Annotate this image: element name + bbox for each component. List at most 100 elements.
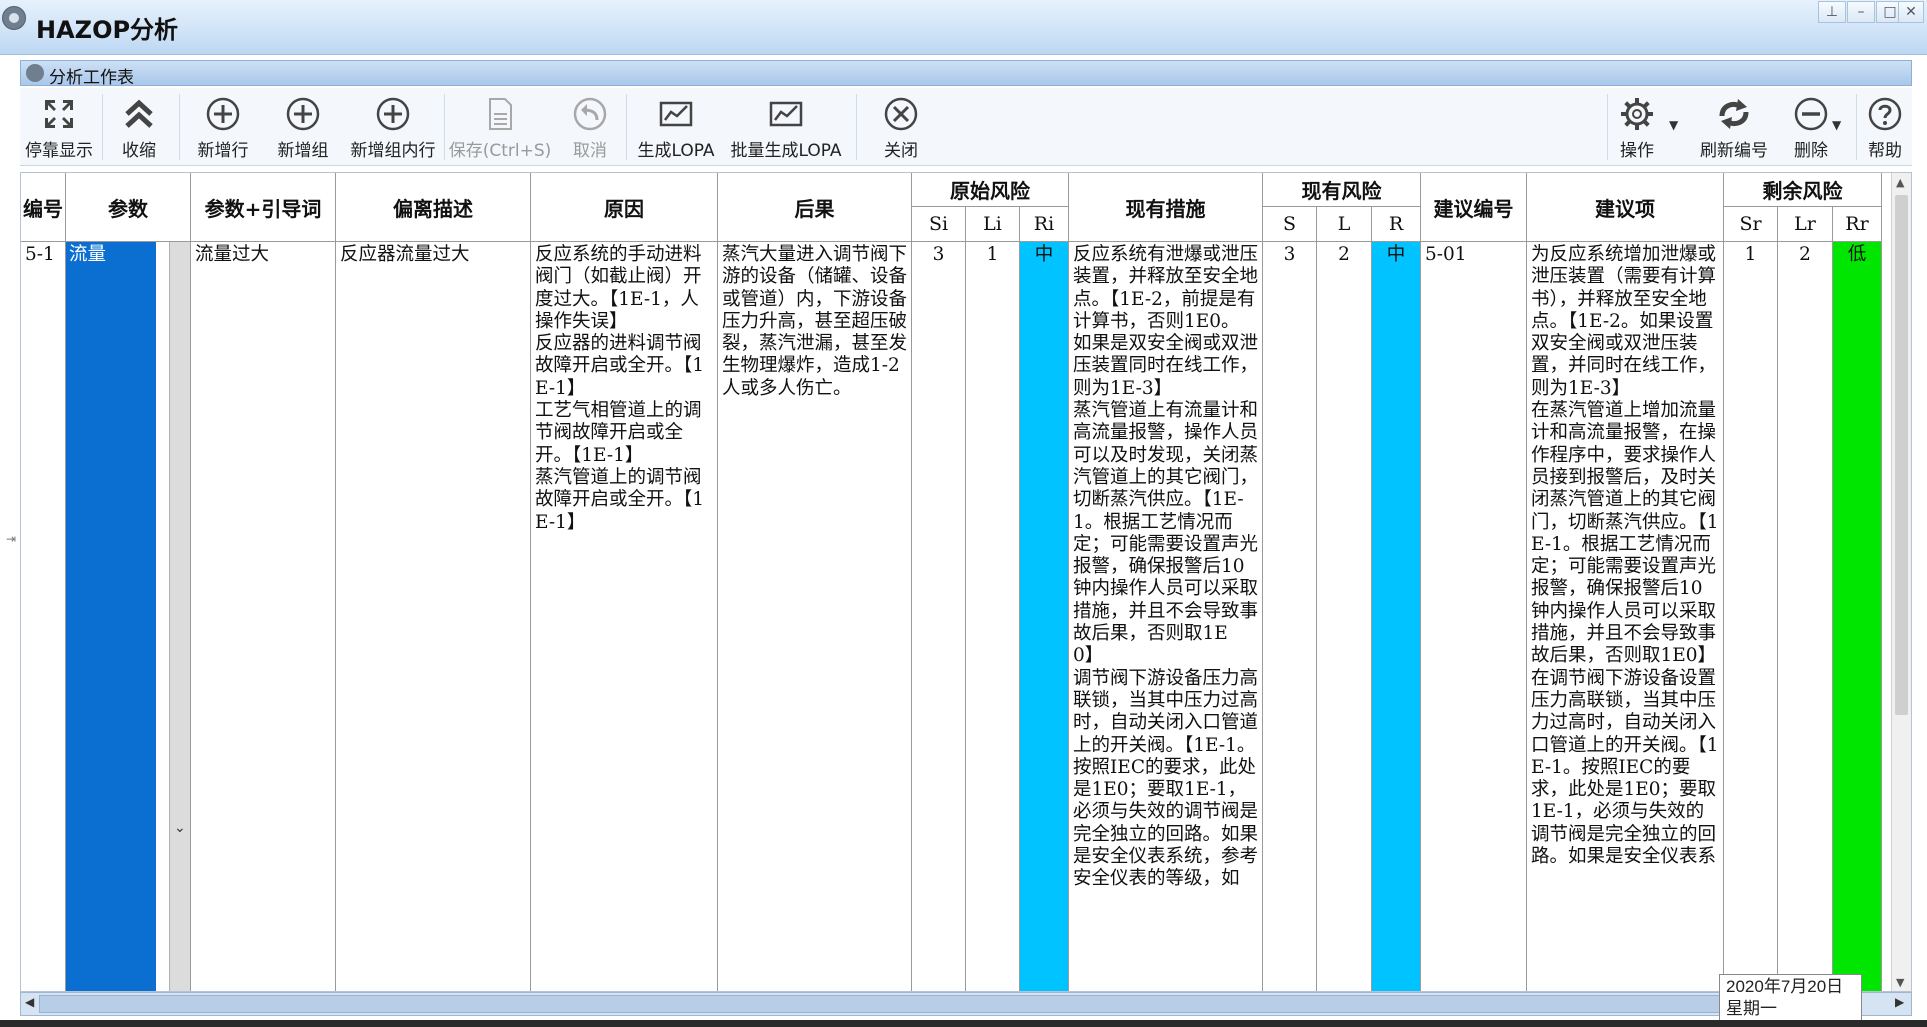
header-recommendation[interactable]: 建议项: [1527, 173, 1724, 242]
minus-circle-icon: [1794, 97, 1828, 131]
cell-l[interactable]: 2: [1317, 242, 1372, 991]
cell-deviation[interactable]: 反应器流量过大: [336, 242, 531, 991]
collapse-label: 收缩: [122, 141, 156, 161]
plus-circle-icon: [286, 97, 320, 131]
delete-dropdown-icon[interactable]: ▼: [1832, 118, 1841, 132]
vertical-scroll-thumb[interactable]: [1895, 195, 1908, 715]
cell-si[interactable]: 3: [912, 242, 966, 991]
cell-cause[interactable]: 反应系统的手动进料阀门（如截止阀）开度过大。【1E-1，人操作失误】 反应器的进…: [531, 242, 718, 991]
header-id[interactable]: 编号: [21, 173, 66, 242]
add-row-label: 新增行: [197, 141, 249, 161]
scroll-down-icon[interactable]: ▼: [1896, 976, 1904, 989]
add-group-button[interactable]: 新增组: [268, 88, 338, 166]
header-ri[interactable]: Ri: [1020, 207, 1069, 242]
cell-ri[interactable]: 中: [1020, 242, 1069, 991]
horizontal-scroll-thumb[interactable]: [39, 995, 1739, 1013]
analysis-worksheet-grid: 编号 参数 参数+引导词 偏离描述 原因 后果 原始风险 Si Li Ri 现有…: [20, 172, 1912, 992]
close-button[interactable]: 关闭: [866, 88, 936, 166]
header-si[interactable]: Si: [912, 207, 966, 242]
cell-consequence[interactable]: 蒸汽大量进入调节阀下游的设备（储罐、设备或管道）内，下游设备压力升高，甚至超压破…: [718, 242, 912, 991]
save-button[interactable]: 保存(Ctrl+S): [446, 88, 554, 166]
plus-circle-icon: [206, 97, 240, 131]
header-l[interactable]: L: [1317, 207, 1372, 242]
header-param-guide[interactable]: 参数+引导词: [191, 173, 336, 242]
cell-recommendation[interactable]: 为反应系统增加泄爆或泄压装置（需要有计算书），并释放至安全地点。【1E-2。如果…: [1527, 242, 1724, 991]
title-bar: HAZOP分析 ⊥ – □ ✕: [0, 0, 1927, 55]
operations-dropdown-icon[interactable]: ▼: [1669, 118, 1678, 132]
dock-display-button[interactable]: 停靠显示: [20, 88, 98, 166]
header-original-risk: 原始风险: [912, 173, 1069, 207]
scroll-up-icon[interactable]: ▲: [1896, 176, 1904, 189]
header-recommendation-id[interactable]: 建议编号: [1421, 173, 1527, 242]
undo-icon: [573, 97, 607, 131]
date-tooltip: 2020年7月20日 星期一: [1719, 974, 1862, 1022]
cancel-button[interactable]: 取消: [560, 88, 620, 166]
cell-param-selected[interactable]: 流量: [66, 242, 156, 991]
cancel-label: 取消: [573, 141, 607, 161]
param-dropdown-scrollbar[interactable]: ⌄: [169, 242, 191, 991]
pin-icon[interactable]: ⊥: [1818, 1, 1846, 23]
cell-rr[interactable]: 低: [1833, 242, 1882, 991]
refresh-numbering-button[interactable]: 刷新编号: [1688, 88, 1780, 166]
cell-s[interactable]: 3: [1263, 242, 1317, 991]
header-li[interactable]: Li: [966, 207, 1020, 242]
delete-button[interactable]: 删除: [1784, 88, 1838, 166]
help-icon: [1868, 97, 1902, 131]
vertical-scrollbar[interactable]: ▲ ▼: [1891, 173, 1911, 991]
header-current-risk: 现有风险: [1263, 173, 1421, 207]
header-s[interactable]: S: [1263, 207, 1317, 242]
chart-icon: [659, 101, 693, 127]
help-label: 帮助: [1868, 141, 1902, 161]
header-param[interactable]: 参数: [66, 173, 191, 242]
save-icon: [489, 98, 512, 130]
operations-button[interactable]: 操作: [1612, 88, 1662, 166]
help-button[interactable]: 帮助: [1860, 88, 1910, 166]
close-label: 关闭: [884, 141, 918, 161]
header-lr[interactable]: Lr: [1778, 207, 1833, 242]
cell-lr[interactable]: 2: [1778, 242, 1833, 991]
header-deviation[interactable]: 偏离描述: [336, 173, 531, 242]
taskbar-edge: [0, 1020, 1927, 1027]
scroll-left-icon[interactable]: ◀: [25, 995, 34, 1009]
cell-existing-measures[interactable]: 反应系统有泄爆或泄压装置，并释放至安全地点。【1E-2，前提是有计算书，否则1E…: [1069, 242, 1263, 991]
minimize-button[interactable]: –: [1847, 1, 1875, 23]
batch-generate-lopa-button[interactable]: 批量生成LOPA: [724, 88, 848, 166]
header-consequence[interactable]: 后果: [718, 173, 912, 242]
chevron-down-icon[interactable]: ⌄: [174, 820, 186, 836]
header-rr[interactable]: Rr: [1833, 207, 1882, 242]
scroll-right-icon[interactable]: ▶: [1895, 995, 1904, 1009]
add-row-in-group-label: 新增组内行: [350, 141, 436, 161]
add-row-button[interactable]: 新增行: [188, 88, 258, 166]
app-icon: [2, 6, 26, 30]
close-window-button[interactable]: ✕: [1898, 1, 1924, 23]
double-chevron-up-icon: [125, 99, 153, 128]
cell-li[interactable]: 1: [966, 242, 1020, 991]
refresh-icon: [1719, 99, 1749, 129]
plus-circle-icon: [376, 97, 410, 131]
save-label: 保存(Ctrl+S): [448, 141, 552, 161]
cell-param-guide[interactable]: 流量过大: [191, 242, 336, 991]
tooltip-weekday: 星期一: [1726, 999, 1777, 1018]
header-existing-measures[interactable]: 现有措施: [1069, 173, 1263, 242]
panel-icon: [26, 64, 44, 82]
horizontal-scrollbar[interactable]: ◀ ▶: [20, 992, 1912, 1016]
cell-id[interactable]: 5-1: [21, 242, 66, 991]
panel-header: 分析工作表: [20, 60, 1912, 88]
add-group-label: 新增组: [277, 141, 329, 161]
add-row-in-group-button[interactable]: 新增组内行: [346, 88, 440, 166]
tooltip-date: 2020年7月20日: [1726, 977, 1844, 996]
refresh-numbering-label: 刷新编号: [1700, 141, 1768, 161]
header-r[interactable]: R: [1372, 207, 1421, 242]
generate-lopa-button[interactable]: 生成LOPA: [630, 88, 722, 166]
cell-sr[interactable]: 1: [1724, 242, 1778, 991]
gear-icon: [1621, 98, 1653, 130]
header-residual-risk: 剩余风险: [1724, 173, 1882, 207]
cell-recommendation-id[interactable]: 5-01: [1421, 242, 1527, 991]
generate-lopa-label: 生成LOPA: [637, 141, 715, 161]
batch-generate-lopa-label: 批量生成LOPA: [730, 141, 842, 161]
header-cause[interactable]: 原因: [531, 173, 718, 242]
side-expand-handle-icon[interactable]: ⇥: [6, 532, 16, 546]
collapse-button[interactable]: 收缩: [104, 88, 174, 166]
header-sr[interactable]: Sr: [1724, 207, 1778, 242]
cell-r[interactable]: 中: [1372, 242, 1421, 991]
